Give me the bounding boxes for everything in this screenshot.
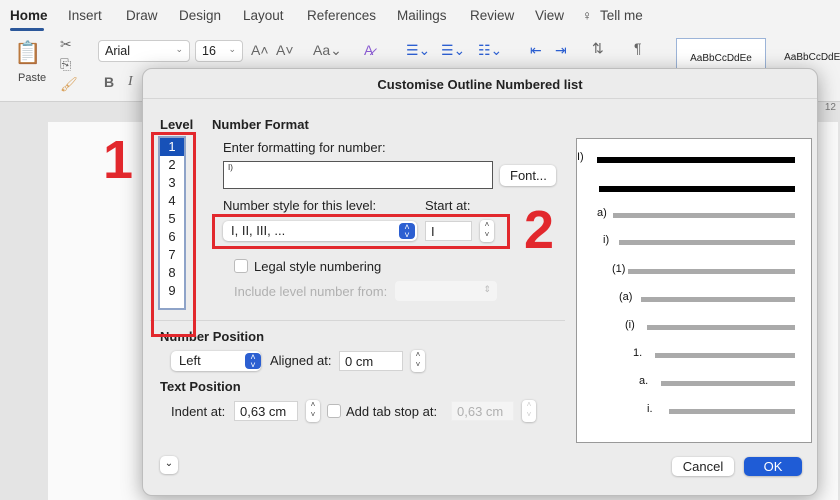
preview-number-label: i. [647,403,653,415]
ruler-number: 12 [824,102,836,113]
preview-number-label: (i) [625,319,635,331]
bold-button[interactable]: B [104,74,114,90]
aligned-at-label: Aligned at: [270,353,332,368]
tab-draw[interactable]: Draw [126,8,158,23]
include-level-select: ⇕ [395,281,497,301]
annotation-box-level [151,132,196,337]
font-name-combo[interactable]: Arial ⌄ [98,40,190,62]
indent-at-label: Indent at: [171,404,226,419]
preview-text-line [619,240,795,245]
preview-text-line [599,186,795,192]
format-number-input[interactable]: I) [223,161,493,189]
preview-text-line [613,213,795,218]
annotation-number-2: 2 [524,200,555,260]
active-tab-indicator [10,28,44,31]
tab-stop-stepper: ˄ ˅ [522,400,536,422]
tab-tell-me[interactable]: Tell me [600,8,643,23]
preview-pane: I) a) i) (1) (a) (i) 1. a. i. [576,138,812,443]
preview-text-line [597,157,795,163]
level-label: Level [160,117,194,132]
annotation-number-1: 1 [103,130,134,190]
grow-font-icon[interactable]: A˄ [251,42,269,58]
preview-text-line [655,353,795,358]
copy-icon[interactable]: ⎘ [60,56,71,73]
annotation-box-style [212,214,510,249]
alignment-value: Left [179,353,201,368]
preview-number-label: a. [639,375,649,387]
numbering-icon[interactable]: ☰⌄ [441,42,465,59]
preview-text-line [628,269,795,274]
legal-style-checkbox[interactable] [234,259,248,273]
preview-number-label: 1. [633,347,643,359]
clipboard-icon[interactable]: 📋 [14,40,41,66]
aligned-at-input[interactable]: 0 cm [339,351,403,371]
tab-stop-input: 0,63 cm [451,401,514,421]
font-size-combo[interactable]: 16 ⌄ [195,40,243,62]
preview-text-line [661,381,795,386]
change-case-icon[interactable]: Aa⌄ [313,42,342,59]
number-style-label: Number style for this level: [223,198,377,213]
enter-formatting-label: Enter formatting for number: [223,140,386,155]
italic-button[interactable]: I [128,74,133,90]
indent-at-input[interactable]: 0,63 cm [234,401,298,421]
add-tab-stop-label: Add tab stop at: [346,404,438,419]
pilcrow-icon[interactable]: ¶ [634,40,642,56]
preview-text-line [669,409,795,414]
legal-style-label: Legal style numbering [254,259,382,274]
indent-at-stepper[interactable]: ˄ ˅ [306,400,320,422]
divider [150,320,565,321]
font-size: 16 [202,44,216,58]
shrink-font-icon[interactable]: A˅ [276,42,294,58]
ok-button[interactable]: OK [744,457,802,476]
select-arrows-icon[interactable]: ˄ ˅ [245,353,261,370]
tab-insert[interactable]: Insert [68,8,102,23]
tab-review[interactable]: Review [470,8,514,23]
preview-number-label: I) [577,151,584,163]
text-position-heading: Text Position [160,379,241,394]
tab-layout[interactable]: Layout [243,8,284,23]
tab-references[interactable]: References [307,8,376,23]
preview-number-label: a) [597,207,607,219]
expand-button[interactable]: ⌄ [160,456,178,474]
lightbulb-icon: ♀ [582,8,593,23]
paste-label[interactable]: Paste [18,72,46,84]
decrease-indent-icon[interactable]: ⇤ [530,42,542,59]
clear-format-icon[interactable]: A̷ [364,42,373,58]
font-name: Arial [105,44,131,58]
increase-indent-icon[interactable]: ⇥ [555,42,567,59]
tab-view[interactable]: View [535,8,564,23]
format-painter-icon[interactable]: 🖌 [60,76,78,93]
preview-number-label: (1) [612,263,626,275]
font-button[interactable]: Font... [500,165,556,186]
multilevel-list-icon[interactable]: ☷⌄ [478,42,502,59]
add-tab-stop-checkbox[interactable] [327,404,341,418]
preview-text-line [647,325,795,330]
number-format-heading: Number Format [212,117,309,132]
ribbon-tabs: Home Insert Draw Design Layout Reference… [0,0,840,34]
bullets-icon[interactable]: ☰⌄ [406,42,430,59]
sort-icon[interactable]: ⇅ [592,40,604,57]
preview-number-label: (a) [619,291,633,303]
preview-text-line [641,297,795,302]
cut-icon[interactable]: ✂ [60,36,72,53]
tab-home[interactable]: Home [10,8,48,23]
preview-number-label: i) [603,234,610,246]
dialog-title: Customise Outline Numbered list [143,69,817,99]
tab-design[interactable]: Design [179,8,221,23]
include-level-label: Include level number from: [234,284,388,299]
start-at-label: Start at: [425,198,471,213]
cancel-button[interactable]: Cancel [672,457,734,476]
aligned-at-stepper[interactable]: ˄ ˅ [411,350,425,372]
tab-mailings[interactable]: Mailings [397,8,447,23]
